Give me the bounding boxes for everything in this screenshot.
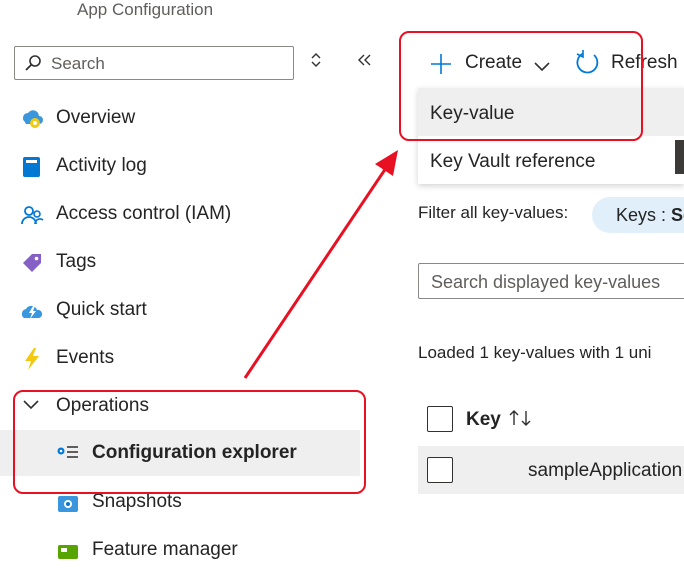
annotation-arrow [243,150,398,379]
